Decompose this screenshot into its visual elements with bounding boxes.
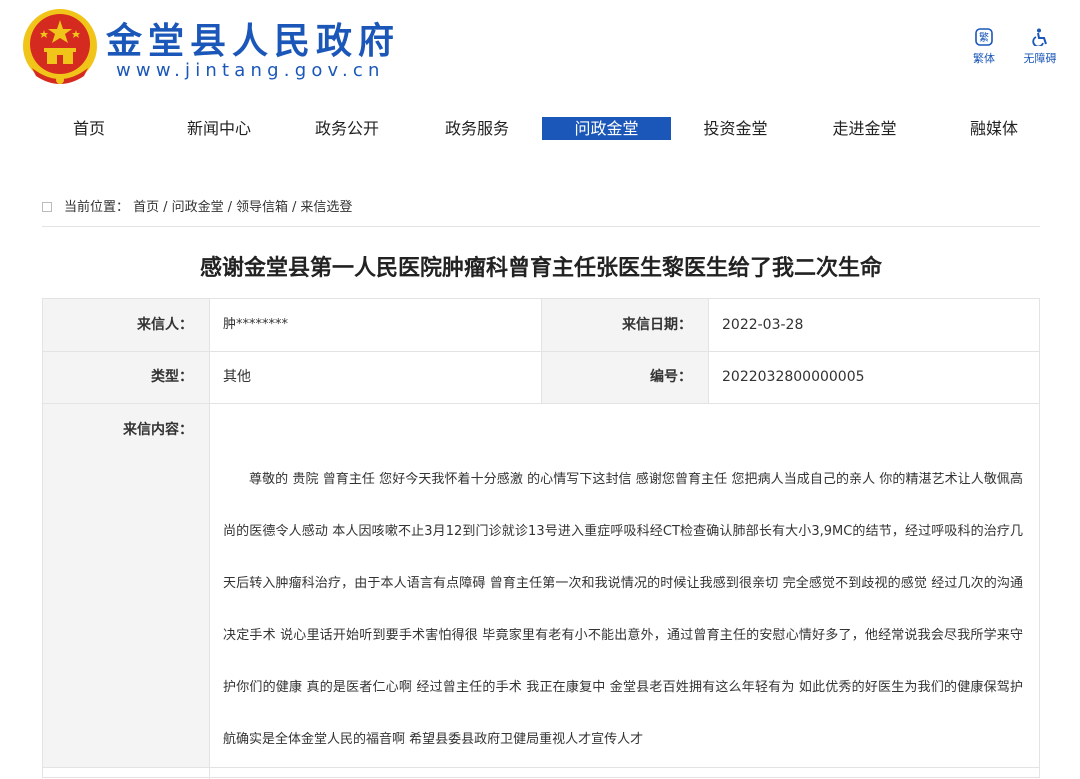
- nav-item-invest[interactable]: 投资金堂: [671, 117, 800, 140]
- accessibility-label: 无障碍: [1023, 52, 1057, 65]
- nav-item-about[interactable]: 走进金堂: [800, 117, 929, 140]
- number-label: 编号：: [542, 352, 708, 403]
- breadcrumb-bullet-icon: [42, 201, 52, 212]
- column-divider: [708, 299, 709, 403]
- site-url[interactable]: www.jintang.gov.cn: [116, 60, 385, 81]
- site-name[interactable]: 金堂县人民政府: [106, 12, 400, 64]
- nav-item-home[interactable]: 首页: [24, 117, 154, 140]
- traditional-chinese-button[interactable]: 繁 繁体: [968, 28, 1000, 66]
- national-emblem-icon: [23, 9, 97, 84]
- type-value: 其他: [209, 352, 542, 403]
- number-value: 2022032800000005: [708, 352, 1039, 403]
- breadcrumb-item-home[interactable]: 首页: [133, 200, 159, 215]
- nav-item-gov-affairs[interactable]: 政务公开: [282, 117, 412, 140]
- divider: [42, 226, 1040, 227]
- letter-content: 尊敬的 贵院 曾育主任 您好今天我怀着十分感激 的心情写下这封信 感谢您曾育主任…: [223, 454, 1023, 766]
- date-label: 来信日期：: [542, 299, 708, 351]
- column-divider: [209, 299, 210, 779]
- traditional-chinese-icon: 繁: [975, 28, 993, 46]
- sender-label: 来信人：: [43, 299, 209, 351]
- breadcrumb-prefix: 当前位置：: [64, 200, 130, 215]
- column-divider: [541, 299, 542, 403]
- svg-text:繁: 繁: [979, 31, 989, 44]
- row-divider: [43, 403, 1039, 404]
- type-label: 类型：: [43, 352, 209, 403]
- breadcrumb-item-ask[interactable]: 问政金堂: [172, 200, 224, 215]
- breadcrumb: 当前位置： 首页 / 问政金堂 / 领导信箱 / 来信选登: [42, 196, 352, 215]
- nav-item-media[interactable]: 融媒体: [929, 117, 1059, 140]
- nav-item-ask-jintang[interactable]: 问政金堂: [542, 117, 671, 140]
- breadcrumb-separator: /: [227, 200, 232, 215]
- traditional-chinese-label: 繁体: [973, 52, 995, 65]
- site-header: 金堂县人民政府 www.jintang.gov.cn 繁 繁体 无障碍: [0, 0, 1080, 100]
- nav-item-gov-services[interactable]: 政务服务: [412, 117, 542, 140]
- sender-value: 肿********: [209, 299, 542, 351]
- content-label: 来信内容：: [43, 404, 209, 768]
- row-divider: [43, 767, 1039, 768]
- letter-title: 感谢金堂县第一人民医院肿瘤科曾育主任张医生黎医生给了我二次生命: [199, 256, 882, 281]
- accessibility-button[interactable]: 无障碍: [1018, 28, 1062, 66]
- breadcrumb-separator: /: [163, 200, 168, 215]
- breadcrumb-item-selected[interactable]: 来信选登: [300, 200, 352, 215]
- letter-content-text: 尊敬的 贵院 曾育主任 您好今天我怀着十分感激 的心情写下这封信 感谢您曾育主任…: [223, 472, 1023, 747]
- letter-detail-table: 来信人： 肿******** 来信日期： 2022-03-28 类型： 其他 编…: [42, 298, 1040, 779]
- breadcrumb-item-mailbox[interactable]: 领导信箱: [236, 200, 288, 215]
- breadcrumb-separator: /: [291, 200, 297, 215]
- nav-item-news[interactable]: 新闻中心: [154, 117, 284, 140]
- main-nav: 首页 新闻中心 政务公开 政务服务 问政金堂 投资金堂 走进金堂 融媒体: [24, 117, 1064, 140]
- accessibility-icon: [1032, 28, 1047, 46]
- date-value: 2022-03-28: [708, 299, 1039, 351]
